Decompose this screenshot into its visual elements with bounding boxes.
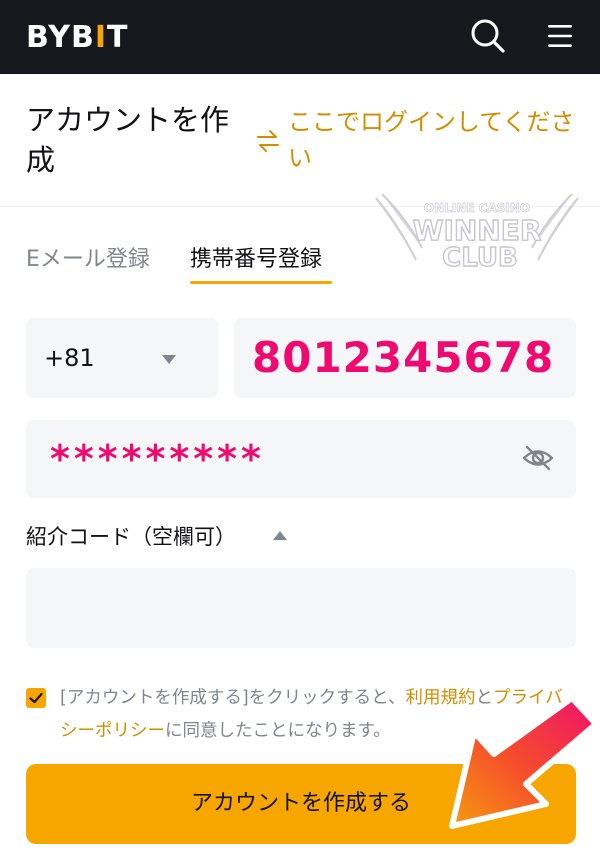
- referral-code-input[interactable]: [26, 568, 576, 648]
- terms-checkbox[interactable]: [26, 688, 46, 708]
- bybit-logo[interactable]: BYB I T: [26, 19, 129, 55]
- referral-code-label: 紹介コード（空欄可）: [26, 525, 236, 549]
- page-title: アカウントを作成: [26, 103, 230, 177]
- terms-of-use-link[interactable]: 利用規約: [405, 688, 475, 708]
- search-icon[interactable]: [468, 16, 508, 56]
- logo-text-accent: I: [94, 19, 107, 55]
- password-value: *********: [50, 437, 265, 481]
- eye-slash-icon[interactable]: [520, 440, 556, 476]
- login-link[interactable]: ここでログインしてください: [288, 104, 580, 176]
- watermark-line-3: CLUB: [442, 243, 518, 273]
- password-input[interactable]: *********: [26, 420, 576, 498]
- terms-conjunction: と: [475, 688, 493, 708]
- tab-phone-register[interactable]: 携帯番号登録: [190, 244, 322, 276]
- swap-arrows-icon: [256, 128, 280, 154]
- terms-agreement-text: [アカウントを作成する]をクリックすると、利用規約とプライバシーポリシーに同意し…: [60, 682, 570, 748]
- chevron-up-icon[interactable]: [273, 531, 287, 540]
- hamburger-menu-icon[interactable]: [544, 20, 576, 52]
- create-account-button[interactable]: アカウントを作成する: [26, 764, 576, 844]
- watermark-line-1: ONLINE CASINO: [424, 201, 530, 215]
- terms-prefix: [アカウントを作成する]をクリックすると、: [60, 688, 406, 708]
- country-code-select[interactable]: +81: [26, 318, 218, 398]
- create-account-label: アカウントを作成する: [190, 791, 411, 816]
- winner-club-watermark: ONLINE CASINO WINNER CLUB: [372, 190, 582, 276]
- tab-email-register[interactable]: Eメール登録: [26, 244, 150, 276]
- top-navigation-bar: BYB I T: [0, 0, 600, 74]
- phone-number-value: 8012345678: [252, 333, 555, 382]
- chevron-down-icon[interactable]: [162, 355, 176, 364]
- terms-suffix: に同意したことになります。: [165, 721, 391, 741]
- active-tab-indicator: [190, 281, 332, 284]
- logo-text-prefix: BYB: [26, 19, 95, 55]
- checkmark-icon: [29, 692, 43, 704]
- country-code-value: +81: [44, 344, 95, 372]
- phone-number-input[interactable]: 8012345678: [234, 318, 576, 398]
- logo-text-suffix: T: [107, 19, 129, 55]
